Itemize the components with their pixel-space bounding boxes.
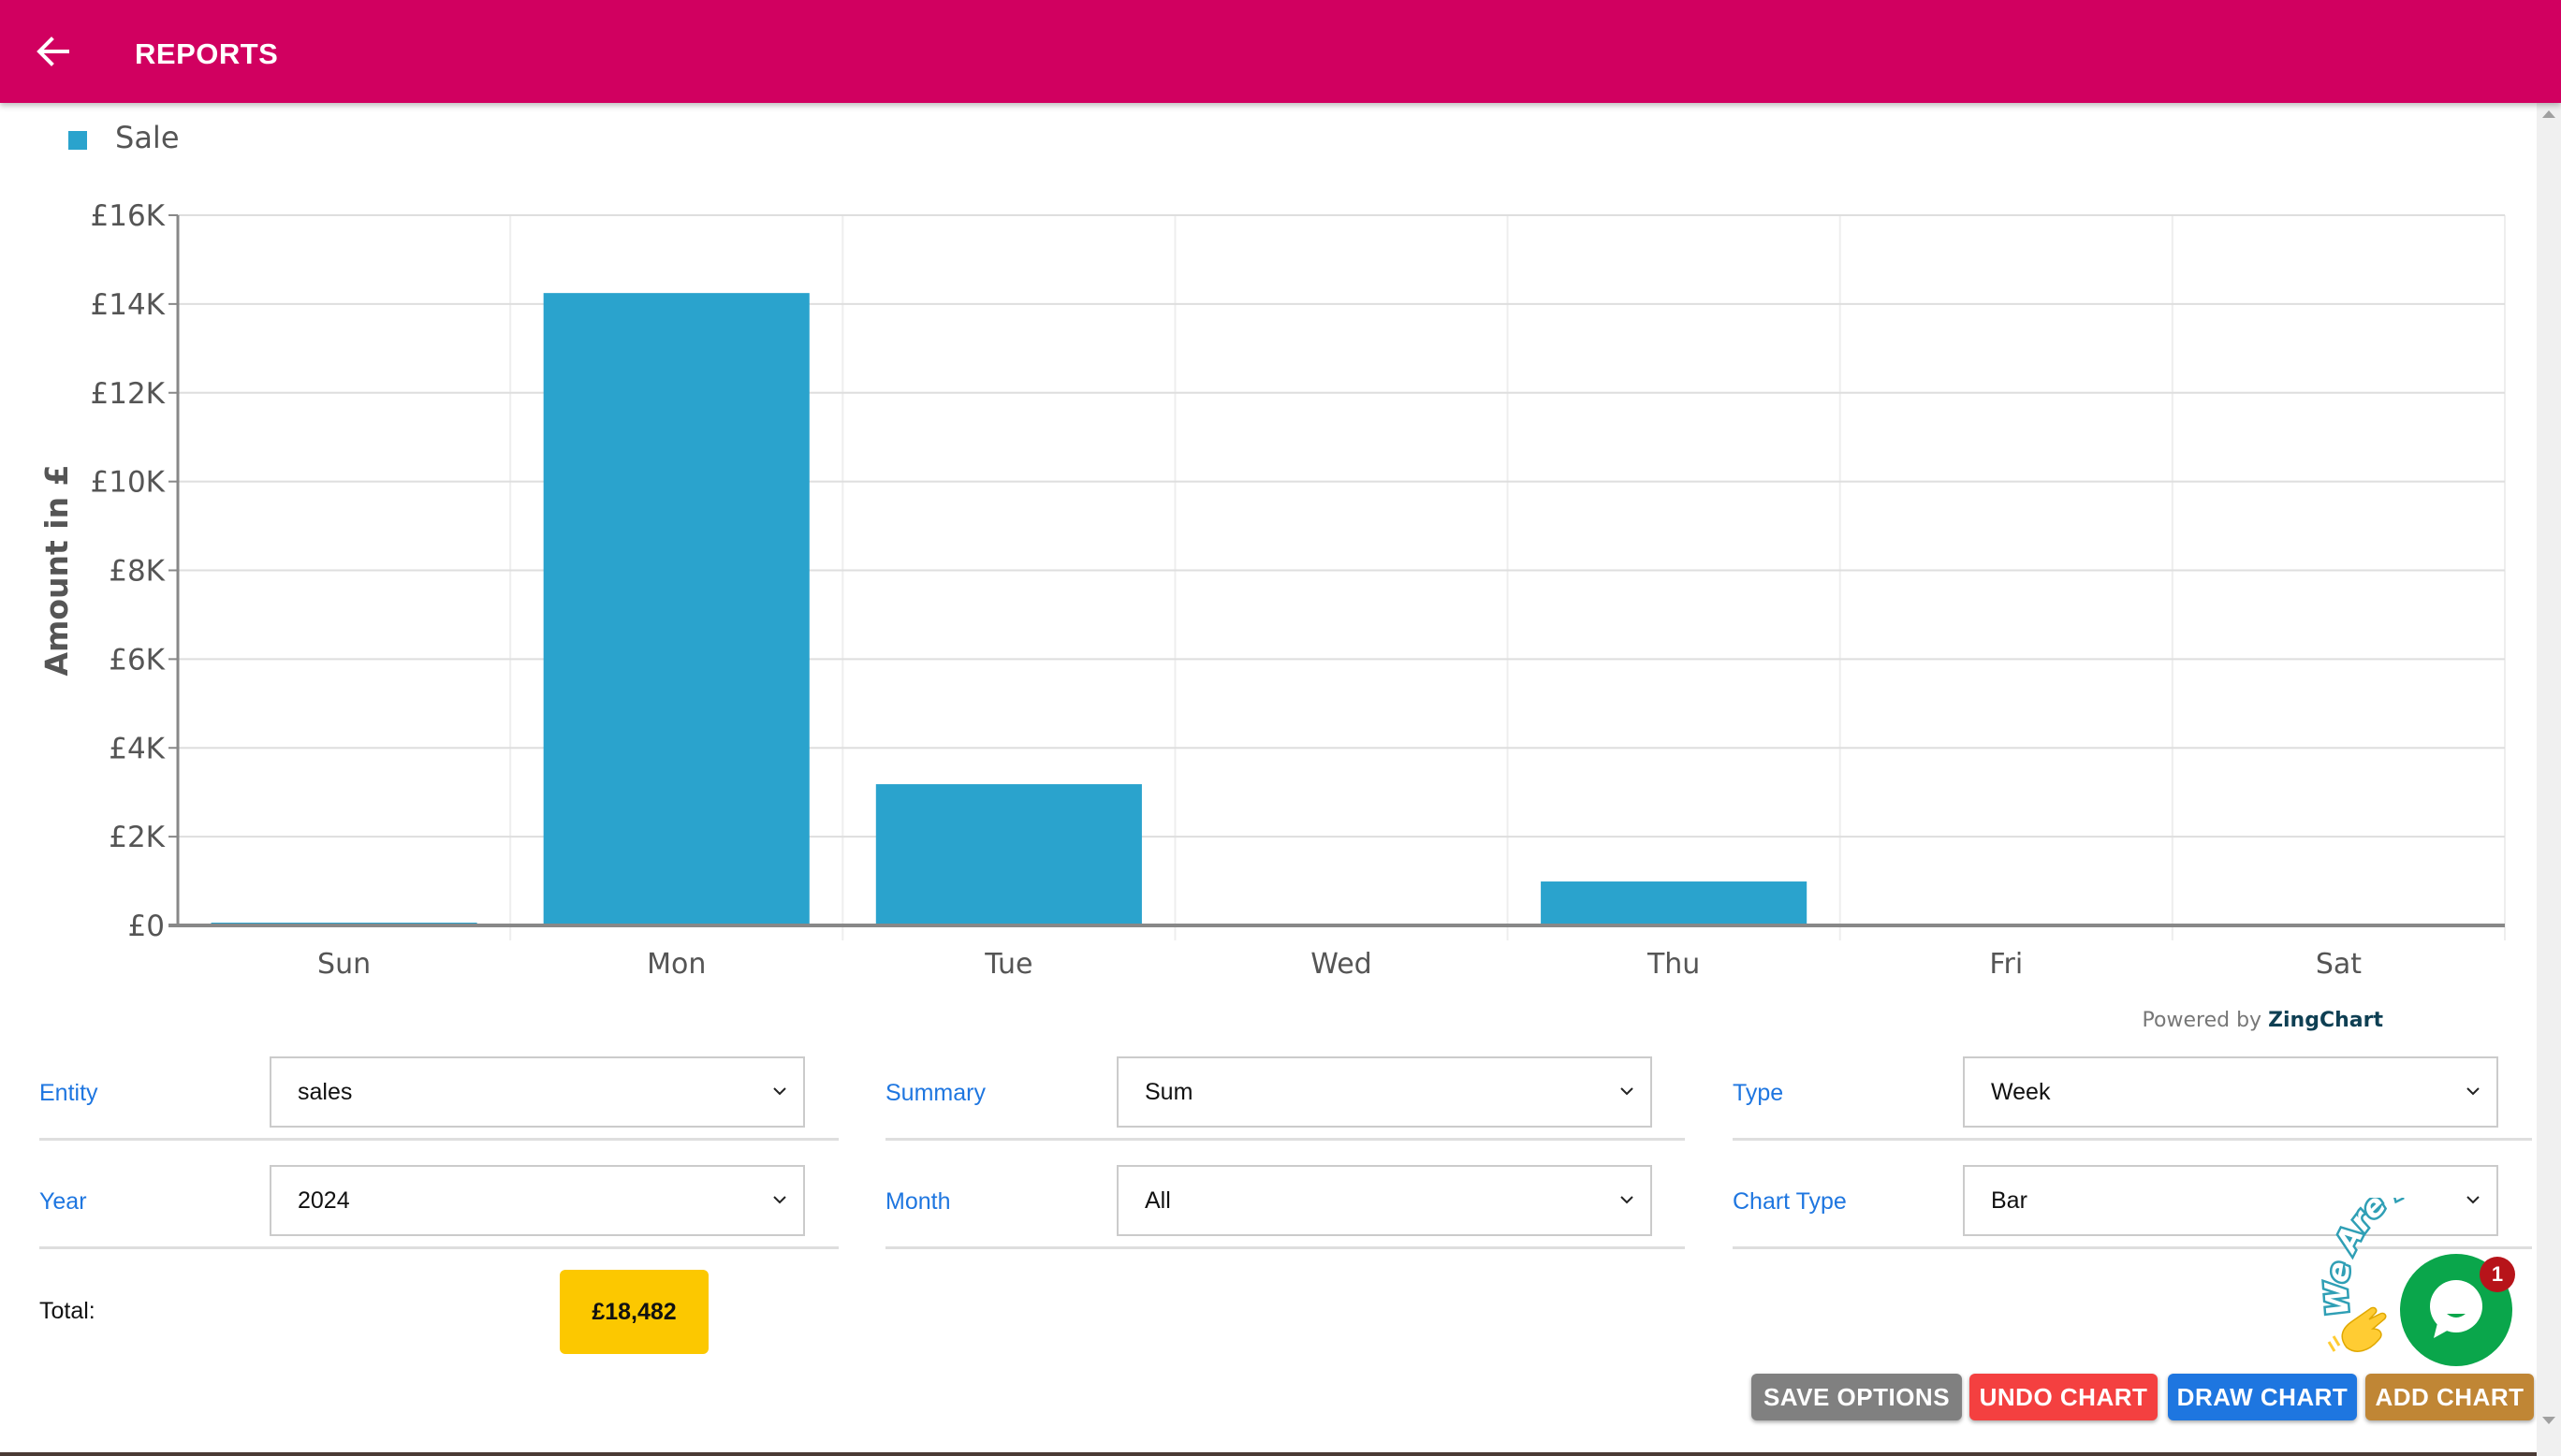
x-tick-label: Thu [1646,948,1700,981]
x-tick-label: Mon [647,948,706,981]
type-label: Type [1733,1080,1784,1106]
divider [885,1138,1685,1141]
y-tick-label: £4K [109,732,165,765]
legend-marker-sale [68,131,87,150]
summary-label: Summary [885,1080,986,1106]
summary-value: Sum [1145,1079,1193,1105]
chevron-down-icon [773,1087,786,1096]
type-select[interactable]: Week [1963,1056,2498,1128]
powered-by-prefix: Powered by [2142,1009,2262,1032]
back-button[interactable] [34,32,73,71]
x-tick-label: Sat [2316,948,2362,981]
type-value: Week [1991,1079,2051,1105]
month-value: All [1145,1187,1171,1214]
chevron-down-icon [1620,1196,1633,1204]
year-label: Year [39,1188,87,1215]
entity-label: Entity [39,1080,98,1106]
bar-tue [875,784,1142,925]
entity-value: sales [298,1079,353,1105]
y-tick-label: £8K [109,555,165,589]
summary-select[interactable]: Sum [1117,1056,1652,1128]
bar-thu [1541,881,1807,925]
legend-label-sale: Sale [115,120,180,155]
y-tick-label: £0 [128,910,165,943]
divider [39,1246,839,1249]
month-select[interactable]: All [1117,1165,1652,1236]
year-value: 2024 [298,1187,350,1214]
scroll-up-arrow-icon[interactable] [2542,110,2555,118]
month-label: Month [885,1188,951,1215]
undo-chart-button[interactable]: UNDO CHART [1969,1374,2158,1420]
chart-type-value: Bar [1991,1187,2027,1214]
waving-hand-icon [2327,1306,2387,1352]
chevron-down-icon [1620,1087,1633,1096]
sales-bar-chart: Sale £0 £2K £4K £6K £8K £10K £12K £14K £16K Amount… [38,120,2506,981]
divider [885,1246,1685,1249]
bar-mon [543,293,810,925]
x-tick-label: Sun [317,948,371,981]
entity-select[interactable]: sales [270,1056,805,1128]
divider [1733,1138,2532,1141]
y-tick-label: £6K [109,643,165,677]
x-tick-label: Tue [984,948,1032,981]
y-tick-label: £2K [109,821,165,854]
divider [39,1138,839,1141]
chevron-down-icon [2466,1087,2480,1096]
unread-badge: 1 [2480,1257,2515,1292]
x-tick-label: Wed [1310,948,1371,981]
chat-widget[interactable]: We Are Here! 1 [2321,1198,2561,1385]
chart-type-label: Chart Type [1733,1188,1847,1215]
window-bottom-border [0,1452,2537,1456]
y-tick-label: £12K [91,377,166,411]
page-title: REPORTS [135,37,279,70]
save-options-button[interactable]: SAVE OPTIONS [1751,1374,1962,1420]
arrow-left-icon [37,36,69,66]
total-label: Total: [39,1298,95,1324]
powered-by-zingchart[interactable]: Powered by ZingChart [2143,1009,2383,1032]
y-tick-label: £14K [91,288,166,322]
y-tick-label: £10K [91,466,166,500]
vertical-scrollbar[interactable] [2537,103,2561,1456]
scroll-down-arrow-icon[interactable] [2542,1417,2555,1424]
chevron-down-icon [773,1196,786,1204]
total-value-badge: £18,482 [560,1270,709,1354]
x-tick-label: Fri [1989,948,2023,981]
y-axis-title: Amount in £ [38,464,75,676]
app-header: REPORTS [0,0,2561,103]
zingchart-brand: ZingChart [2268,1009,2383,1032]
y-tick-label: £16K [91,199,166,233]
year-select[interactable]: 2024 [270,1165,805,1236]
